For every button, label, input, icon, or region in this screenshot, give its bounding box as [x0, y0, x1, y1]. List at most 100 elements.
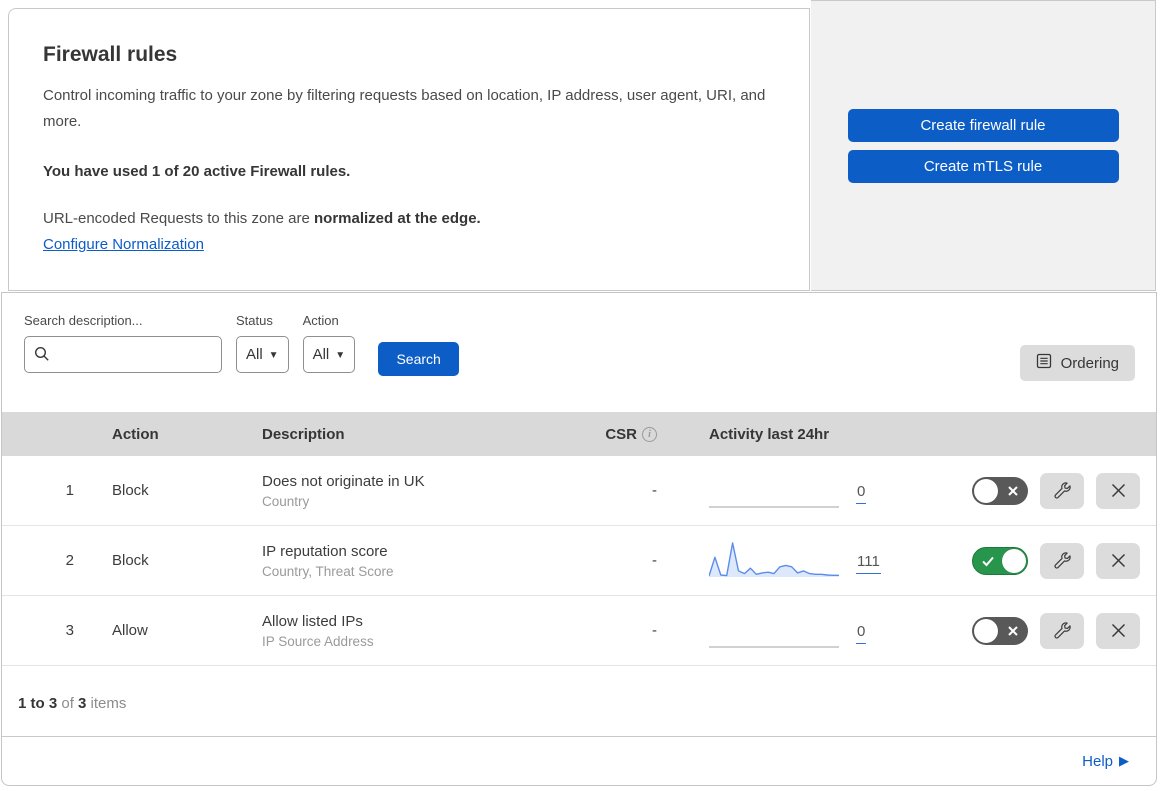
delete-rule-button[interactable] [1096, 542, 1140, 579]
rule-csr: - [652, 552, 657, 569]
status-filter-group: Status All ▼ [236, 313, 289, 373]
items-word: items [86, 695, 127, 712]
help-row: Help ▶ [2, 736, 1156, 785]
search-button[interactable]: Search [378, 342, 460, 376]
rule-description: IP reputation score [262, 542, 388, 560]
rule-priority: 3 [65, 622, 74, 639]
action-label: Action [302, 313, 339, 328]
rule-activity-cell: 0 [671, 469, 906, 513]
check-icon [982, 556, 994, 566]
rule-csr: - [652, 622, 657, 639]
rule-fields: IP Source Address [262, 633, 374, 649]
status-select-value: All [246, 346, 263, 363]
wrench-icon [1053, 482, 1071, 499]
x-icon [1008, 485, 1018, 496]
ordering-icon [1036, 353, 1052, 373]
close-icon [1111, 553, 1125, 568]
rules-list-card: Search description... Status All ▼ Actio… [1, 292, 1157, 786]
toggle-knob [974, 618, 998, 643]
info-icon[interactable]: i [642, 426, 657, 442]
delete-rule-button[interactable] [1096, 472, 1140, 509]
x-icon [1008, 625, 1018, 636]
search-field-group: Search description... [24, 313, 222, 373]
help-link[interactable]: Help ▶ [1082, 753, 1129, 770]
rule-description: Does not originate in UK [262, 472, 425, 490]
cta-panel: Create firewall rule Create mTLS rule [811, 0, 1156, 291]
page-description: Control incoming traffic to your zone by… [43, 87, 766, 131]
activity-count-link[interactable]: 0 [856, 483, 867, 504]
normalization-note-text: URL-encoded Requests to this zone are [43, 209, 314, 227]
ordering-button-label: Ordering [1060, 354, 1119, 372]
column-action: Action [112, 425, 159, 443]
rule-description-cell: Does not originate in UK Country [262, 473, 561, 509]
rule-priority: 2 [65, 552, 74, 569]
column-description: Description [262, 425, 345, 443]
edit-rule-button[interactable] [1040, 542, 1084, 579]
rule-action: Block [112, 552, 149, 569]
column-csr-label: CSR [605, 425, 637, 443]
close-icon [1111, 483, 1125, 498]
rule-description-cell: Allow listed IPs IP Source Address [262, 613, 561, 649]
rule-description: Allow listed IPs [262, 612, 363, 630]
toggle-knob [974, 478, 998, 503]
delete-rule-button[interactable] [1096, 612, 1140, 649]
rule-fields: Country [262, 493, 310, 509]
normalization-note-bold: normalized at the edge. [314, 209, 481, 227]
activity-sparkline [709, 609, 839, 653]
firewall-rules-page: Firewall rules Control incoming traffic … [0, 0, 1161, 791]
activity-count-link[interactable]: 111 [856, 553, 881, 574]
rule-action: Block [112, 482, 149, 499]
table-row: 3 Allow Allow listed IPs IP Source Addre… [2, 596, 1156, 666]
rule-action: Allow [112, 622, 148, 639]
search-label: Search description... [24, 313, 143, 328]
search-input[interactable] [24, 336, 222, 373]
rule-priority: 1 [65, 482, 74, 499]
rule-controls [906, 472, 1156, 509]
normalization-note: URL-encoded Requests to this zone are no… [43, 210, 769, 227]
toggle-knob [1002, 548, 1026, 573]
action-select[interactable]: All ▼ [302, 336, 356, 373]
activity-count-link[interactable]: 0 [856, 623, 867, 644]
column-activity: Activity last 24hr [709, 425, 830, 443]
rule-activity-cell: 0 [671, 609, 906, 653]
page-title: Firewall rules [43, 43, 178, 66]
action-select-value: All [312, 346, 330, 363]
edit-rule-button[interactable] [1040, 472, 1084, 509]
usage-summary: You have used 1 of 20 active Firewall ru… [43, 162, 351, 180]
activity-sparkline [708, 539, 839, 583]
column-csr: CSR i [561, 426, 671, 443]
chevron-down-icon: ▼ [335, 350, 346, 361]
table-row: 1 Block Does not originate in UK Country… [2, 456, 1156, 526]
table-header-row: Action Description CSR i Activity last 2… [2, 412, 1156, 456]
firewall-rules-header-card: Firewall rules Control incoming traffic … [8, 8, 810, 291]
rule-description-cell: IP reputation score Country, Threat Scor… [262, 543, 561, 579]
search-icon [34, 346, 50, 367]
create-mtls-rule-button[interactable]: Create mTLS rule [847, 149, 1119, 183]
ordering-button[interactable]: Ordering [1019, 345, 1135, 381]
items-of: of [57, 695, 79, 712]
rule-controls [906, 542, 1156, 579]
rule-csr: - [652, 482, 657, 499]
wrench-icon [1053, 622, 1071, 639]
rule-controls [906, 612, 1156, 649]
items-range: 1 to 3 [18, 695, 58, 712]
close-icon [1111, 623, 1125, 638]
filter-bar: Search description... Status All ▼ Actio… [2, 293, 1156, 412]
rule-fields: Country, Threat Score [262, 563, 394, 579]
table-row: 2 Block IP reputation score Country, Thr… [2, 526, 1156, 596]
activity-sparkline [709, 469, 839, 513]
items-count: 1 to 3 of 3 items [2, 695, 1156, 736]
rule-enabled-toggle[interactable] [972, 476, 1028, 505]
status-select[interactable]: All ▼ [236, 336, 289, 373]
rule-enabled-toggle[interactable] [972, 546, 1028, 575]
rule-activity-cell: 111 [671, 539, 906, 583]
edit-rule-button[interactable] [1040, 612, 1084, 649]
status-label: Status [236, 313, 273, 328]
arrow-right-icon: ▶ [1119, 753, 1129, 768]
configure-normalization-link[interactable]: Configure Normalization [43, 236, 204, 253]
help-link-label: Help [1082, 752, 1113, 770]
chevron-down-icon: ▼ [268, 350, 279, 361]
create-firewall-rule-button[interactable]: Create firewall rule [847, 108, 1119, 142]
rule-enabled-toggle[interactable] [972, 616, 1028, 645]
action-filter-group: Action All ▼ [302, 313, 356, 373]
